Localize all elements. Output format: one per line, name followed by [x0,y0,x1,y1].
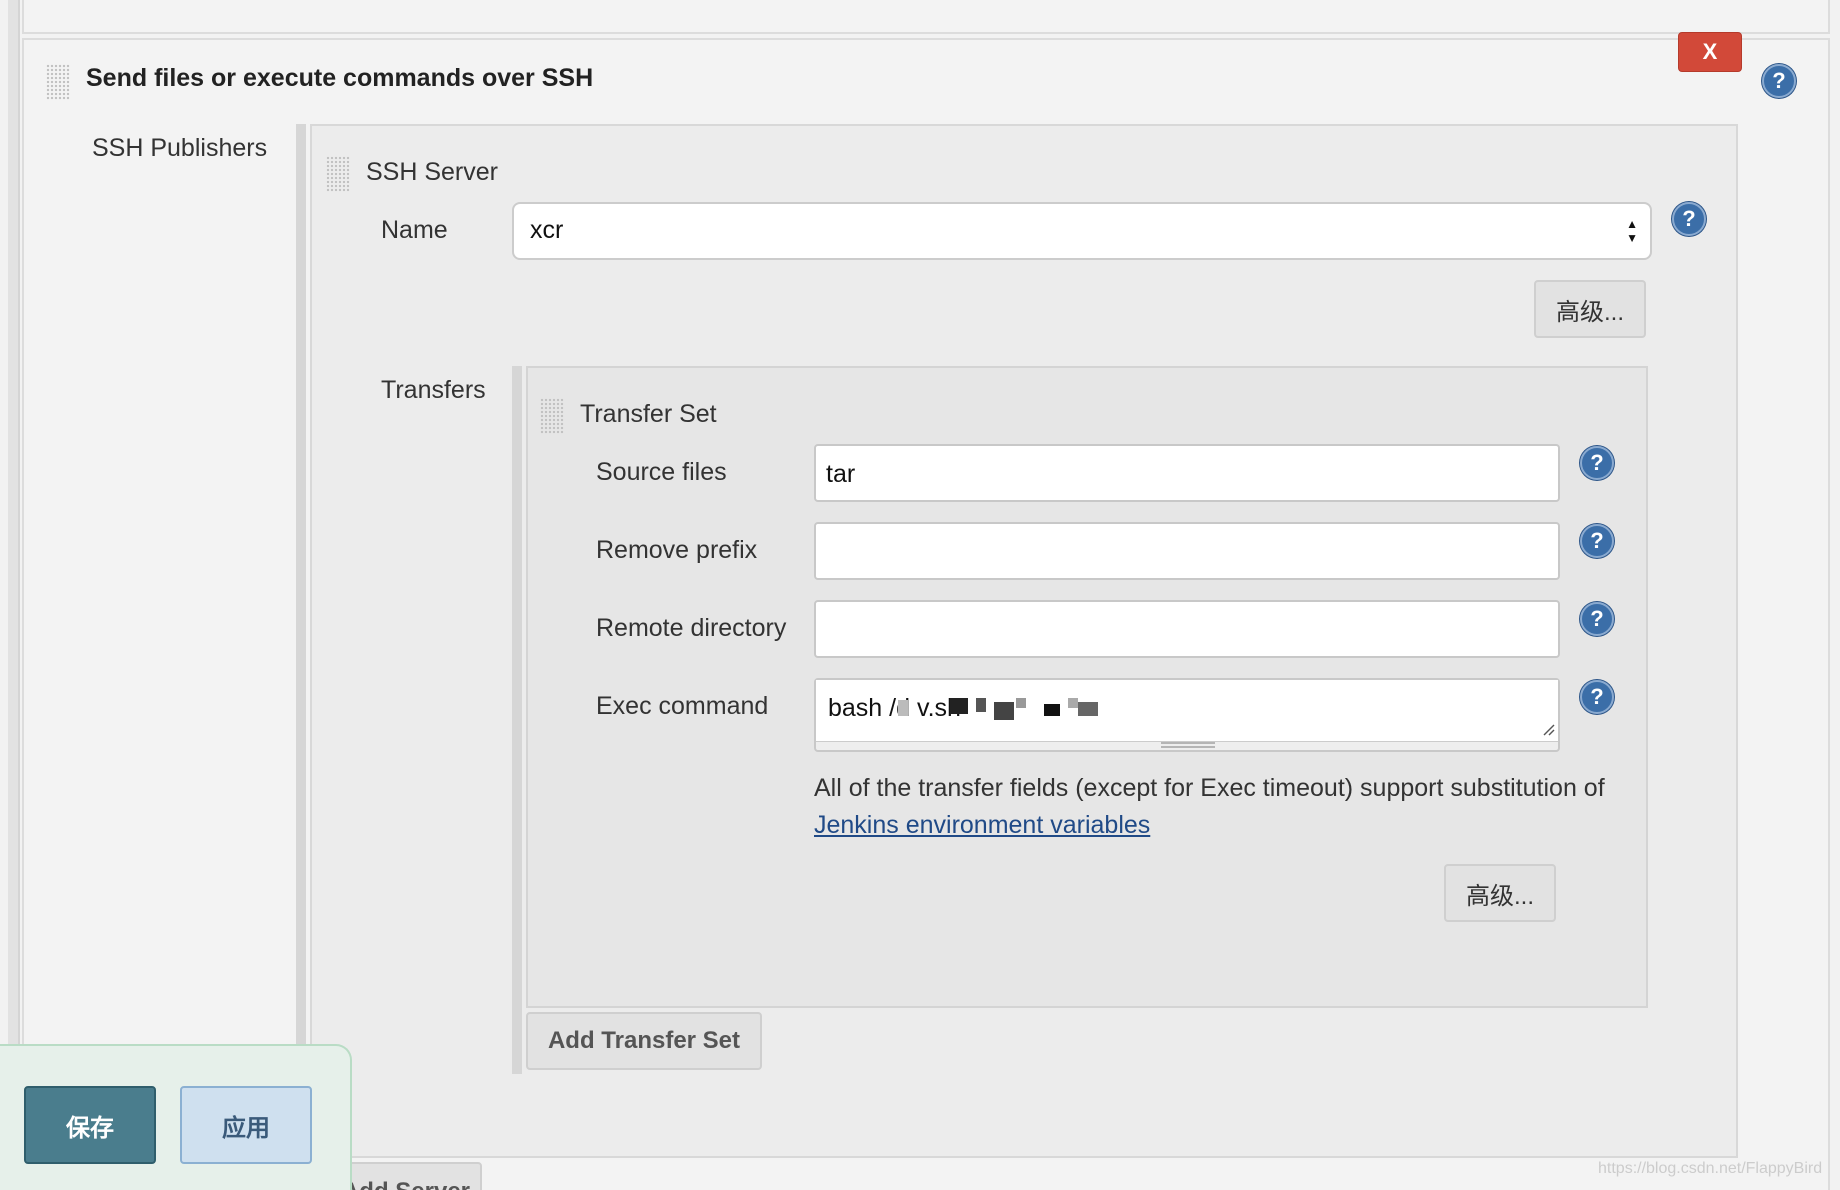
select-arrows-icon: ▲ ▼ [1626,217,1638,245]
add-transfer-set-button[interactable]: Add Transfer Set [526,1012,762,1070]
resize-handle-icon[interactable] [1543,724,1555,736]
section-title: Send files or execute commands over SSH [86,64,594,92]
help-icon[interactable]: ? [1580,602,1614,636]
redaction-block [976,698,986,712]
save-button[interactable]: 保存 [24,1086,156,1164]
redaction-block [1078,702,1098,716]
source-files-label: Source files [596,458,727,486]
server-advanced-button[interactable]: 高级... [1534,280,1646,338]
exec-command-field[interactable]: bash /d v.sh [814,678,1560,752]
left-rail [8,0,20,1190]
repeatable-bar [296,124,306,1190]
server-name-value: xcr [530,216,564,244]
watermark: https://blog.csdn.net/FlappyBird [1598,1160,1823,1177]
delete-step-button[interactable]: X [1678,32,1742,72]
redaction-block [1016,698,1026,708]
substitution-note-text: All of the transfer fields (except for E… [814,774,1605,802]
transfers-label: Transfers [381,376,486,404]
exec-command-label: Exec command [596,692,769,720]
remove-prefix-label: Remove prefix [596,536,758,564]
help-icon[interactable]: ? [1580,524,1614,558]
source-files-input[interactable]: tar [814,444,1560,502]
ssh-server-title: SSH Server [366,158,498,186]
exec-command-textarea[interactable]: bash /d v.sh [816,680,1558,742]
redaction-block [898,700,908,716]
jenkins-env-vars-link[interactable]: Jenkins environment variables [814,811,1150,839]
server-name-select[interactable]: xcr ▲ ▼ [512,202,1652,260]
help-icon[interactable]: ? [1580,680,1614,714]
transfer-advanced-button[interactable]: 高级... [1444,864,1556,922]
apply-button[interactable]: 应用 [180,1086,312,1164]
remote-directory-input[interactable] [814,600,1560,658]
previous-section-panel [22,0,1830,34]
remote-directory-label: Remote directory [596,614,787,642]
help-icon[interactable]: ? [1580,446,1614,480]
help-icon[interactable]: ? [1762,64,1796,98]
remove-prefix-input[interactable] [814,522,1560,580]
help-icon[interactable]: ? [1672,202,1706,236]
repeatable-bar [512,366,522,1074]
drag-grip-icon[interactable] [326,156,350,192]
drag-grip-icon[interactable] [46,64,70,100]
substitution-note: All of the transfer fields (except for E… [814,770,1614,844]
redaction-block [994,702,1014,720]
name-label: Name [381,216,448,244]
add-server-button[interactable]: Add Server [330,1162,482,1190]
transfer-set-title: Transfer Set [580,400,717,428]
redaction-block [950,698,968,714]
redaction-block [1044,704,1060,716]
ssh-publishers-label: SSH Publishers [92,134,268,162]
textarea-drag-handle[interactable] [1161,742,1215,748]
drag-grip-icon[interactable] [540,398,564,434]
redaction-block [1068,698,1078,708]
